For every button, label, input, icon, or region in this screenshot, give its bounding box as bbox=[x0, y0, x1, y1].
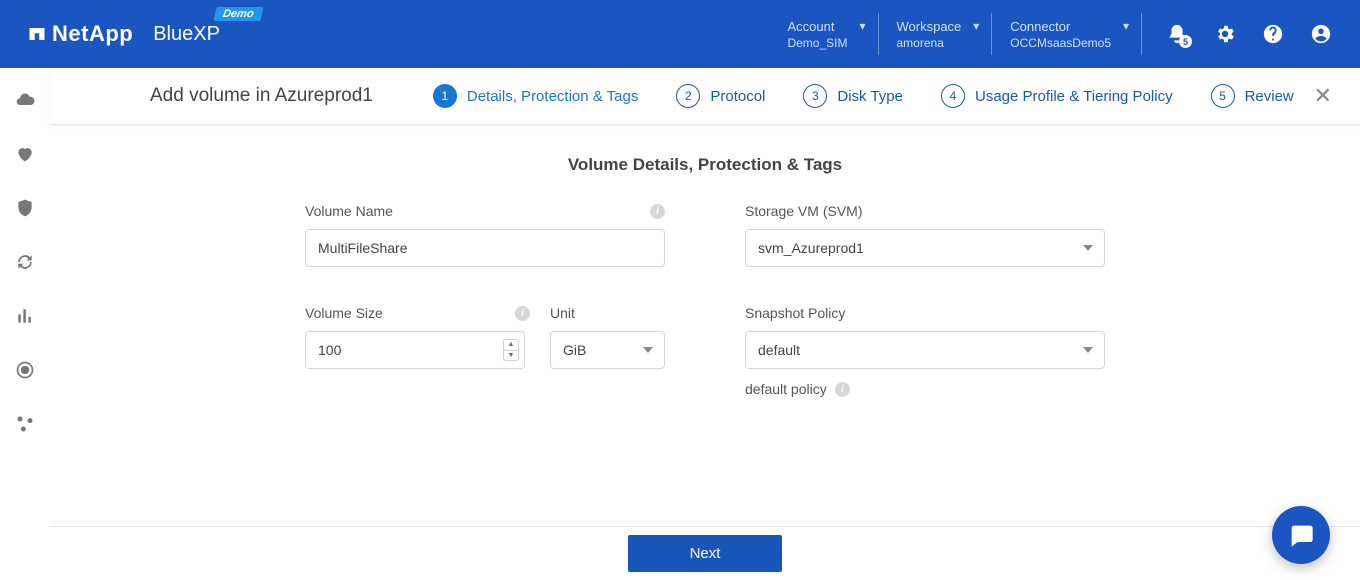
field-snapshot-policy: Snapshot Policy default default policy i bbox=[745, 305, 1105, 397]
app-header: NetApp BlueXP Demo Account Demo_SIM ▾ Wo… bbox=[0, 0, 1360, 68]
unit-select[interactable]: GiB bbox=[550, 331, 665, 369]
next-button[interactable]: Next bbox=[628, 535, 783, 572]
field-volume-size-unit: Volume Size i ▲▼ Unit bbox=[305, 305, 665, 397]
wizard-step-5[interactable]: 5 Review bbox=[1211, 84, 1294, 108]
volume-size-input[interactable] bbox=[305, 331, 525, 369]
snapshot-policy-note: default policy i bbox=[745, 381, 1105, 397]
notifications-icon[interactable]: 5 bbox=[1166, 23, 1188, 45]
chevron-down-icon: ▾ bbox=[1123, 19, 1129, 33]
volume-name-input[interactable] bbox=[305, 229, 665, 267]
account-selector[interactable]: Account Demo_SIM ▾ bbox=[769, 13, 878, 55]
settings-icon[interactable] bbox=[1214, 23, 1236, 45]
user-icon[interactable] bbox=[1310, 23, 1332, 45]
section-title: Volume Details, Protection & Tags bbox=[50, 125, 1360, 203]
wizard-step-1[interactable]: 1 Details, Protection & Tags bbox=[433, 84, 638, 108]
demo-badge: Demo bbox=[214, 7, 264, 21]
close-icon[interactable]: ✕ bbox=[1314, 85, 1332, 107]
chat-icon[interactable] bbox=[1272, 506, 1330, 564]
connector-selector[interactable]: Connector OCCMsaasDemo5 ▾ bbox=[992, 13, 1142, 55]
workspace-selector[interactable]: Workspace amorena ▾ bbox=[879, 13, 993, 55]
svm-select[interactable]: svm_Azureprod1 bbox=[745, 229, 1105, 267]
shield-icon[interactable] bbox=[15, 198, 35, 218]
field-svm: Storage VM (SVM) svm_Azureprod1 bbox=[745, 203, 1105, 267]
chevron-down-icon: ▾ bbox=[973, 19, 979, 33]
number-spinner[interactable]: ▲▼ bbox=[503, 339, 519, 361]
notification-count: 5 bbox=[1179, 35, 1192, 48]
product-name: BlueXP Demo bbox=[153, 23, 220, 46]
brand-name: NetApp bbox=[52, 21, 133, 47]
brand-logo: NetApp bbox=[28, 21, 133, 47]
wizard-step-2[interactable]: 2 Protocol bbox=[676, 84, 765, 108]
nodes-icon[interactable] bbox=[15, 414, 35, 434]
cloud-icon[interactable] bbox=[15, 90, 35, 110]
wizard-step-4[interactable]: 4 Usage Profile & Tiering Policy bbox=[941, 84, 1173, 108]
snapshot-policy-select[interactable]: default bbox=[745, 331, 1105, 369]
sync-icon[interactable] bbox=[15, 252, 35, 272]
left-sidebar bbox=[0, 68, 50, 580]
info-icon[interactable]: i bbox=[835, 382, 850, 397]
heart-icon[interactable] bbox=[15, 144, 35, 164]
help-icon[interactable] bbox=[1262, 23, 1284, 45]
netapp-logo-icon bbox=[28, 25, 46, 43]
info-icon[interactable]: i bbox=[650, 204, 665, 219]
wizard-step-3[interactable]: 3 Disk Type bbox=[803, 84, 903, 108]
wizard-title: Add volume in Azureprod1 bbox=[150, 85, 373, 107]
info-icon[interactable]: i bbox=[515, 306, 530, 321]
chevron-down-icon: ▾ bbox=[859, 19, 865, 33]
target-icon[interactable] bbox=[15, 360, 35, 380]
wizard-footer: Next bbox=[50, 526, 1360, 580]
wizard-content: Volume Details, Protection & Tags Volume… bbox=[50, 125, 1360, 526]
field-volume-name: Volume Name i bbox=[305, 203, 665, 267]
wizard-steps-bar: Add volume in Azureprod1 1 Details, Prot… bbox=[50, 68, 1360, 125]
bars-icon[interactable] bbox=[15, 306, 35, 326]
